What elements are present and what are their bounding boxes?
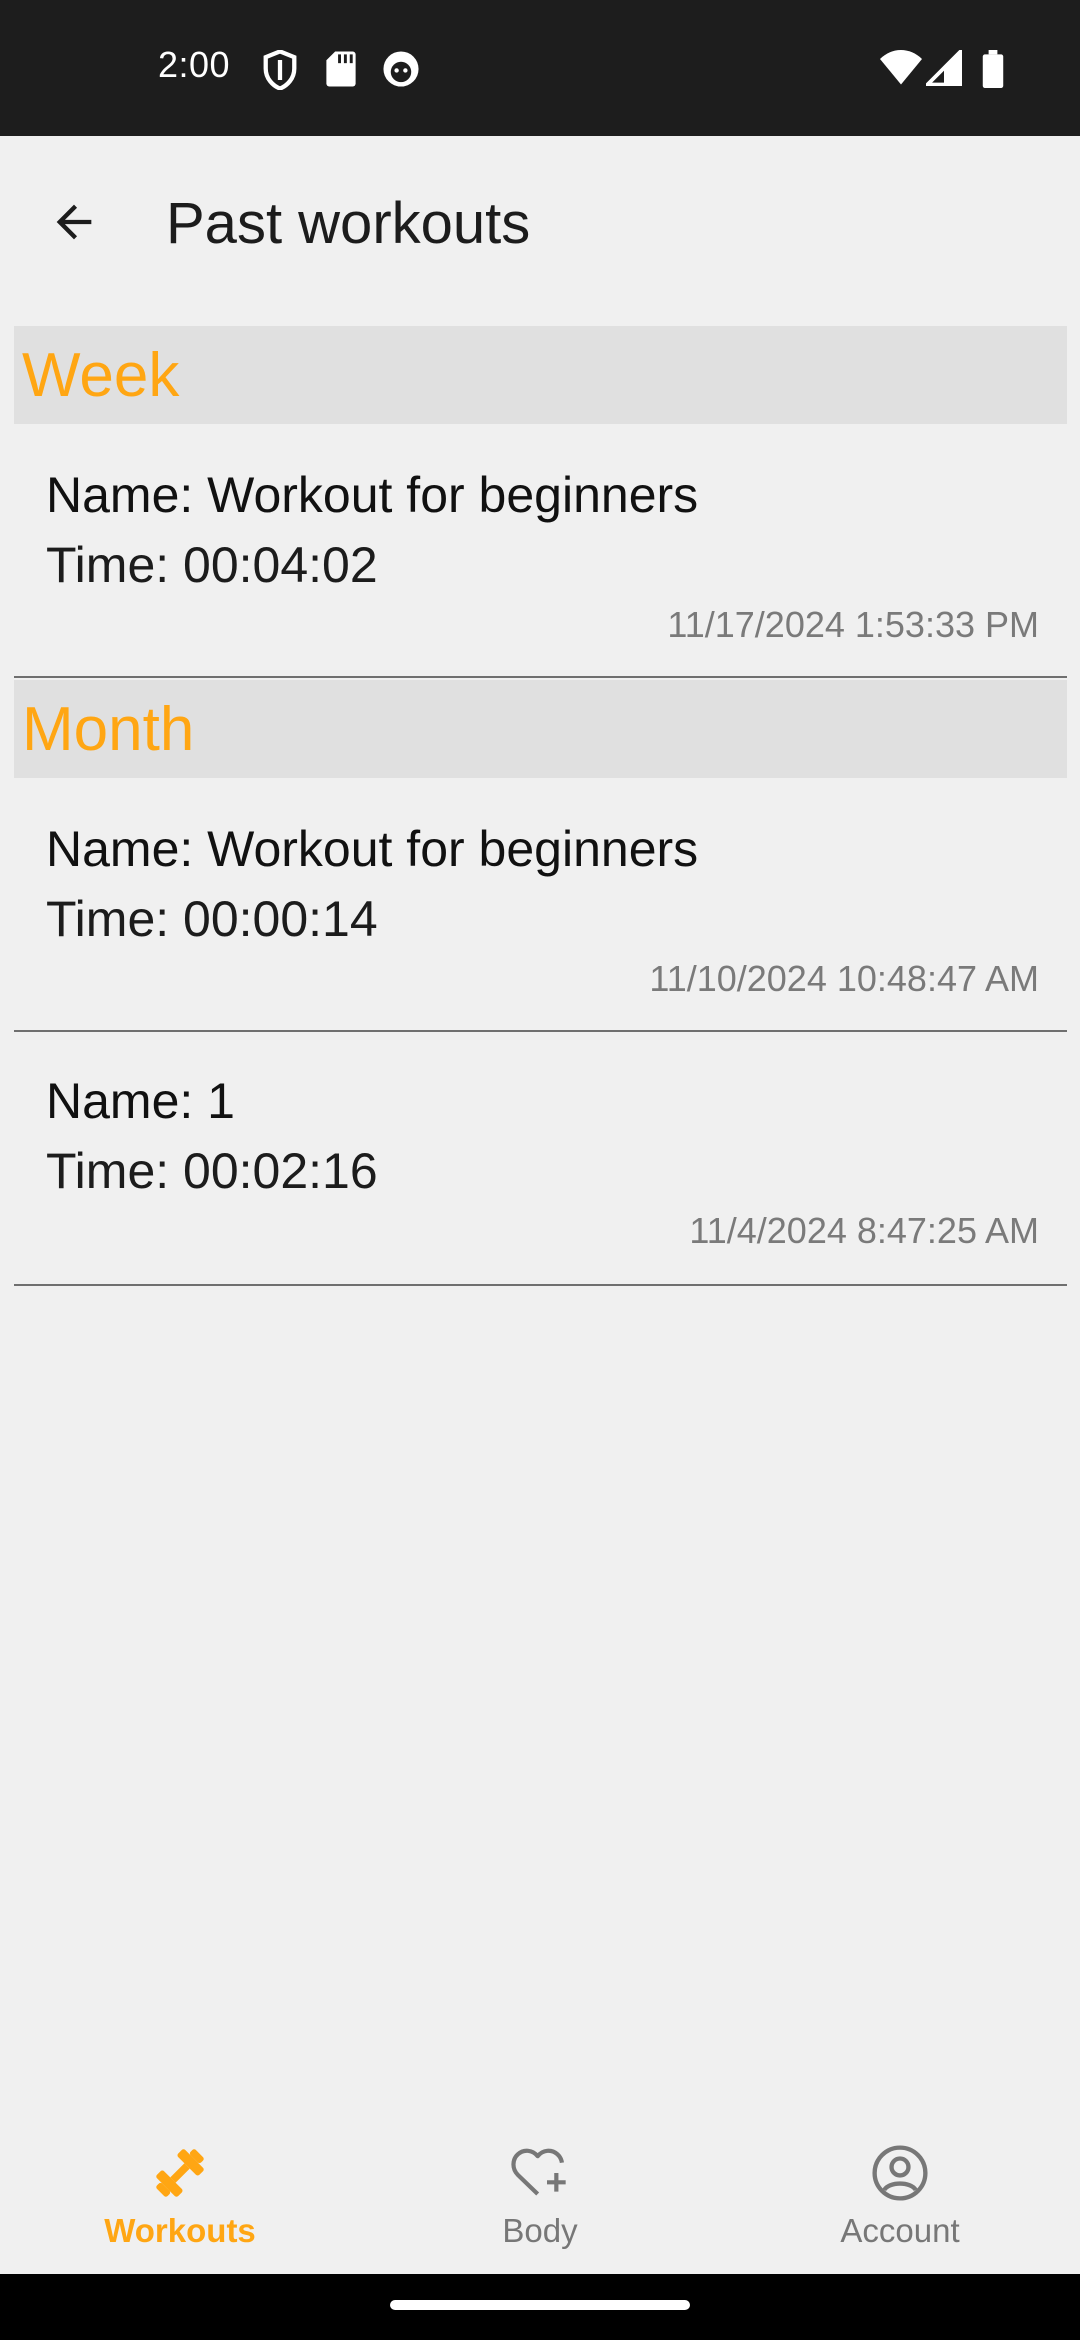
list-item[interactable]: Name: Workout for beginners Time: 00:00:… bbox=[14, 778, 1067, 1032]
section-header-label: Month bbox=[22, 695, 195, 764]
bottom-nav: Workouts Body Account bbox=[0, 2110, 1080, 2274]
toolbar: Past workouts bbox=[0, 136, 1080, 316]
list-item[interactable]: Name: Workout for beginners Time: 00:04:… bbox=[14, 424, 1067, 678]
gesture-bar bbox=[0, 2274, 1080, 2340]
nav-item-workouts[interactable]: Workouts bbox=[0, 2110, 360, 2274]
workout-name: Name: Workout for beginners bbox=[46, 821, 699, 877]
workout-time: Time: 00:04:02 bbox=[46, 537, 378, 593]
nav-item-body[interactable]: Body bbox=[360, 2110, 720, 2274]
nav-label: Workouts bbox=[104, 2212, 256, 2249]
signal-icon bbox=[922, 46, 966, 90]
shield-icon bbox=[262, 49, 302, 91]
sd-card-icon bbox=[326, 50, 366, 90]
app-notification-icon bbox=[382, 50, 422, 90]
workout-date: 11/17/2024 1:53:33 PM bbox=[667, 604, 1039, 645]
arrow-back-icon bbox=[56, 204, 92, 240]
list-item[interactable]: Name: 1 Time: 00:02:16 11/4/2024 8:47:25… bbox=[14, 1032, 1067, 1286]
section-header-month: Month bbox=[14, 680, 1067, 778]
wifi-icon bbox=[880, 50, 922, 90]
nav-label: Account bbox=[840, 2212, 960, 2249]
page-title: Past workouts bbox=[166, 191, 531, 256]
status-bar: 2:00 bbox=[0, 0, 1080, 136]
workout-name: Name: Workout for beginners bbox=[46, 467, 699, 523]
heart-plus-icon bbox=[507, 2140, 573, 2206]
section-header-label: Week bbox=[22, 341, 180, 410]
nav-item-account[interactable]: Account bbox=[720, 2110, 1080, 2274]
workout-time: Time: 00:02:16 bbox=[46, 1143, 378, 1199]
workout-time: Time: 00:00:14 bbox=[46, 891, 378, 947]
battery-icon bbox=[982, 50, 1022, 90]
back-button[interactable] bbox=[38, 186, 110, 258]
workout-date: 11/4/2024 8:47:25 AM bbox=[689, 1210, 1039, 1251]
dumbbell-icon bbox=[147, 2140, 213, 2206]
section-header-week: Week bbox=[14, 326, 1067, 424]
account-circle-icon bbox=[867, 2140, 933, 2206]
status-time: 2:00 bbox=[158, 44, 231, 85]
workout-date: 11/10/2024 10:48:47 AM bbox=[649, 958, 1039, 999]
workout-name: Name: 1 bbox=[46, 1073, 235, 1129]
home-gesture-handle[interactable] bbox=[390, 2300, 690, 2310]
nav-label: Body bbox=[502, 2212, 578, 2249]
